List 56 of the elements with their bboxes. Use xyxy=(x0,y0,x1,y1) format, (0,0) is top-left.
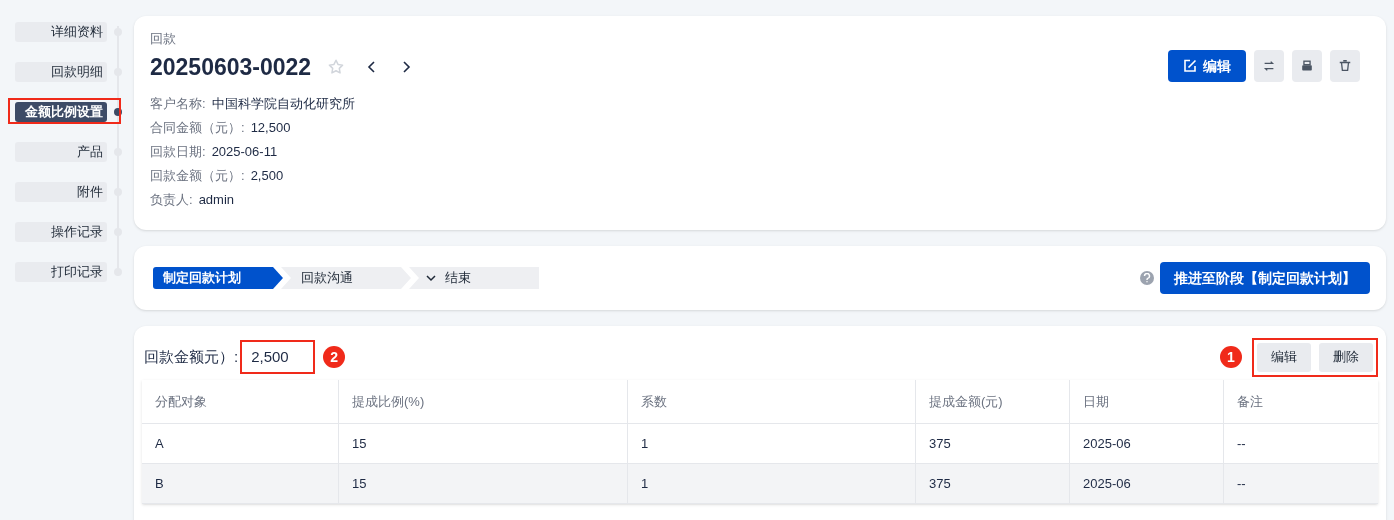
table-cell-text: B xyxy=(155,474,164,493)
field-label: 回款日期: xyxy=(150,143,206,161)
delete-button[interactable] xyxy=(1330,50,1360,82)
record-title: 20250603-0022 xyxy=(150,53,312,82)
column-header: 分配对象 xyxy=(155,392,207,411)
field-value: 2025-06-11 xyxy=(211,143,278,161)
column-header: 系数 xyxy=(641,392,667,411)
callout-marker: 1 xyxy=(1220,346,1242,368)
sidebar-item[interactable]: 回款明细 xyxy=(15,62,107,82)
table-cell-text: A xyxy=(155,434,164,453)
stage-step[interactable]: 制定回款计划 xyxy=(153,267,283,289)
table-cell-text: 1 xyxy=(641,474,649,493)
column-header: 备注 xyxy=(1237,392,1263,411)
stage-step[interactable]: 结束 xyxy=(409,267,539,289)
field-value: 中国科学院自动化研究所 xyxy=(211,95,355,113)
edit-icon xyxy=(1183,59,1197,73)
field-value: admin xyxy=(198,191,235,209)
sidebar-item[interactable]: 打印记录 xyxy=(15,262,107,282)
table-cell-text: 375 xyxy=(929,434,951,453)
field-value: 2,500 xyxy=(250,167,284,185)
table-cell-text: 375 xyxy=(929,474,951,493)
record-type: 回款 xyxy=(150,30,177,48)
column-header: 日期 xyxy=(1083,392,1109,411)
table-cell-text: 15 xyxy=(352,434,367,453)
table-cell-text: 2025-06 xyxy=(1083,434,1131,453)
sidebar-item[interactable]: 操作记录 xyxy=(15,222,107,242)
edit-button[interactable]: 编辑 xyxy=(1257,342,1311,372)
table-cell-text: 1 xyxy=(641,434,649,453)
table-cell-text: -- xyxy=(1237,434,1246,453)
edit-button[interactable]: 编辑 xyxy=(1168,50,1246,82)
printer-icon xyxy=(1300,59,1314,73)
amount-value: 2,500 xyxy=(240,340,316,374)
advance-stage-button[interactable]: 推进至阶段【制定回款计划】 xyxy=(1160,262,1370,294)
delete-button[interactable]: 删除 xyxy=(1319,342,1373,372)
chevron-down-icon xyxy=(425,272,437,284)
trash-icon xyxy=(1338,59,1352,73)
sidebar-item[interactable]: 详细资料 xyxy=(15,22,107,42)
field-label: 客户名称: xyxy=(150,95,206,113)
field-label: 负责人: xyxy=(150,191,193,209)
sidebar-item[interactable]: 附件 xyxy=(15,182,107,202)
callout-marker: 2 xyxy=(323,346,346,368)
table-cell-text: 2025-06 xyxy=(1083,474,1131,493)
sidebar-item[interactable]: 金额比例设置 xyxy=(15,102,107,122)
amount-label: 回款金额元）: xyxy=(144,346,239,367)
stage-step[interactable]: 回款沟通 xyxy=(281,267,411,289)
print-button[interactable] xyxy=(1292,50,1322,82)
field-label: 合同金额（元）: xyxy=(150,119,245,137)
field-label: 回款金额（元）: xyxy=(150,167,245,185)
column-header: 提成比例(%) xyxy=(352,392,425,411)
column-header: 提成金额(元) xyxy=(929,392,1003,411)
swap-icon xyxy=(1262,59,1276,73)
sidebar-item[interactable]: 产品 xyxy=(15,142,107,162)
field-value: 12,500 xyxy=(250,119,291,137)
table-cell-text: 15 xyxy=(352,474,367,493)
star-icon[interactable] xyxy=(327,58,346,76)
table-cell-text: -- xyxy=(1237,474,1246,493)
